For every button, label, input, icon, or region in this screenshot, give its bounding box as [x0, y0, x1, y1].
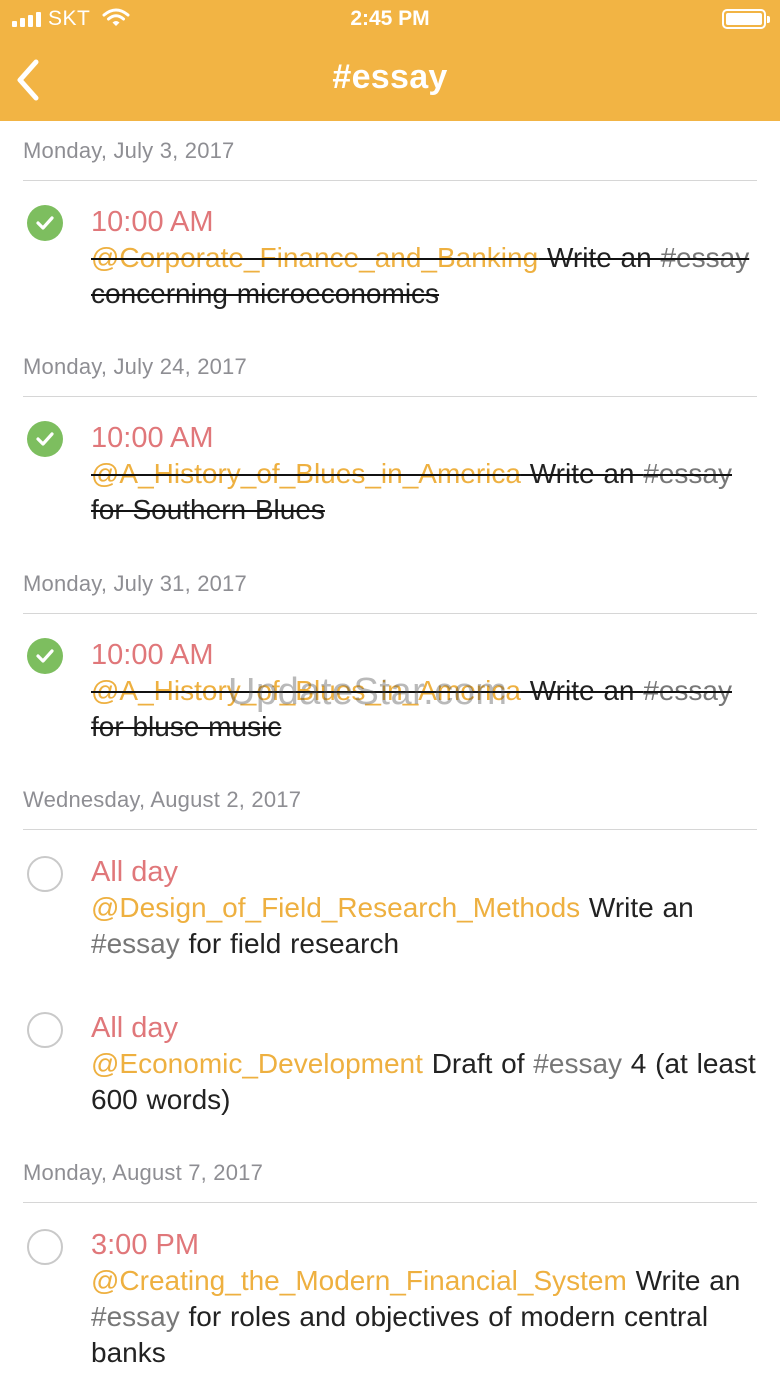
task-time: 3:00 PM [91, 1229, 199, 1261]
tag-link[interactable]: #essay [660, 242, 749, 273]
task-checkbox[interactable] [27, 1229, 63, 1265]
project-link[interactable]: @Corporate_Finance_and_Banking [91, 242, 538, 273]
task-row[interactable]: 10:00 AM @Corporate_Finance_and_Banking … [0, 181, 780, 337]
task-text-part: Draft of [422, 1048, 534, 1079]
task-row[interactable]: All day @Economic_Development Draft of #… [0, 986, 780, 1142]
task-text-part: concerning microeconomics [91, 278, 440, 309]
task-checkbox-checked[interactable] [27, 205, 63, 241]
task-checkbox-checked[interactable] [27, 638, 63, 674]
task-text: @Creating_the_Modern_Financial_System Wr… [91, 1263, 757, 1371]
task-text-part: for Southern Blues [91, 494, 325, 525]
task-checkbox-checked[interactable] [27, 421, 63, 457]
date-header: Monday, July 24, 2017 [23, 337, 757, 397]
checkmark-icon [36, 432, 54, 446]
status-time: 2:45 PM [350, 7, 430, 30]
task-text-part: Write an [520, 675, 644, 706]
project-link[interactable]: @Design_of_Field_Research_Methods [91, 892, 580, 923]
task-text: @Design_of_Field_Research_Methods Write … [91, 890, 757, 962]
task-row[interactable]: 3:00 PM @Creating_the_Modern_Financial_S… [0, 1203, 780, 1387]
task-text-part: Write an [520, 458, 644, 489]
task-text-part: Write an [580, 892, 694, 923]
checkmark-icon [36, 216, 54, 230]
status-bar: SKT 2:45 PM [0, 0, 780, 40]
page-title: #essay [332, 58, 448, 96]
task-time: 10:00 AM [91, 206, 214, 238]
tag-link[interactable]: #essay [91, 928, 180, 959]
task-row[interactable]: 10:00 AM @A_History_of_Blues_in_America … [0, 397, 780, 553]
task-time: 10:00 AM [91, 422, 214, 454]
task-text: @A_History_of_Blues_in_America Write an … [91, 673, 757, 745]
task-time: 10:00 AM [91, 639, 214, 671]
project-link[interactable]: @A_History_of_Blues_in_America [91, 675, 521, 706]
task-text-part: for bluse music [91, 711, 282, 742]
date-header: Monday, July 31, 2017 [23, 554, 757, 614]
nav-bar: SKT 2:45 PM #essay [0, 0, 780, 121]
battery-icon [722, 9, 770, 29]
project-link[interactable]: @A_History_of_Blues_in_America [91, 458, 521, 489]
checkmark-icon [36, 649, 54, 663]
task-text: @Corporate_Finance_and_Banking Write an … [91, 240, 757, 312]
project-link[interactable]: @Economic_Development [91, 1048, 423, 1079]
task-text: @Economic_Development Draft of #essay 4 … [91, 1046, 757, 1118]
task-text: @A_History_of_Blues_in_America Write an … [91, 456, 757, 528]
task-row[interactable]: 10:00 AM @A_History_of_Blues_in_America … [0, 614, 780, 770]
date-header: Monday, August 7, 2017 [23, 1143, 757, 1203]
tag-link[interactable]: #essay [643, 458, 732, 489]
tag-link[interactable]: #essay [533, 1048, 622, 1079]
project-link[interactable]: @Creating_the_Modern_Financial_System [91, 1265, 627, 1296]
date-header: Monday, July 3, 2017 [23, 121, 757, 181]
task-time: All day [91, 1012, 179, 1044]
date-header: Wednesday, August 2, 2017 [23, 770, 757, 830]
task-checkbox[interactable] [27, 856, 63, 892]
task-time: All day [91, 856, 179, 888]
tag-link[interactable]: #essay [91, 1301, 180, 1332]
tag-link[interactable]: #essay [643, 675, 732, 706]
task-text-part: for roles and objectives of modern centr… [91, 1301, 709, 1368]
task-checkbox[interactable] [27, 1012, 63, 1048]
task-text-part: Write an [538, 242, 661, 273]
task-list: Monday, July 3, 2017 10:00 AM @Corporate… [0, 121, 780, 1387]
task-text-part: Write an [626, 1265, 741, 1296]
task-text-part: for field research [179, 928, 400, 959]
task-row[interactable]: All day @Design_of_Field_Research_Method… [0, 830, 780, 986]
